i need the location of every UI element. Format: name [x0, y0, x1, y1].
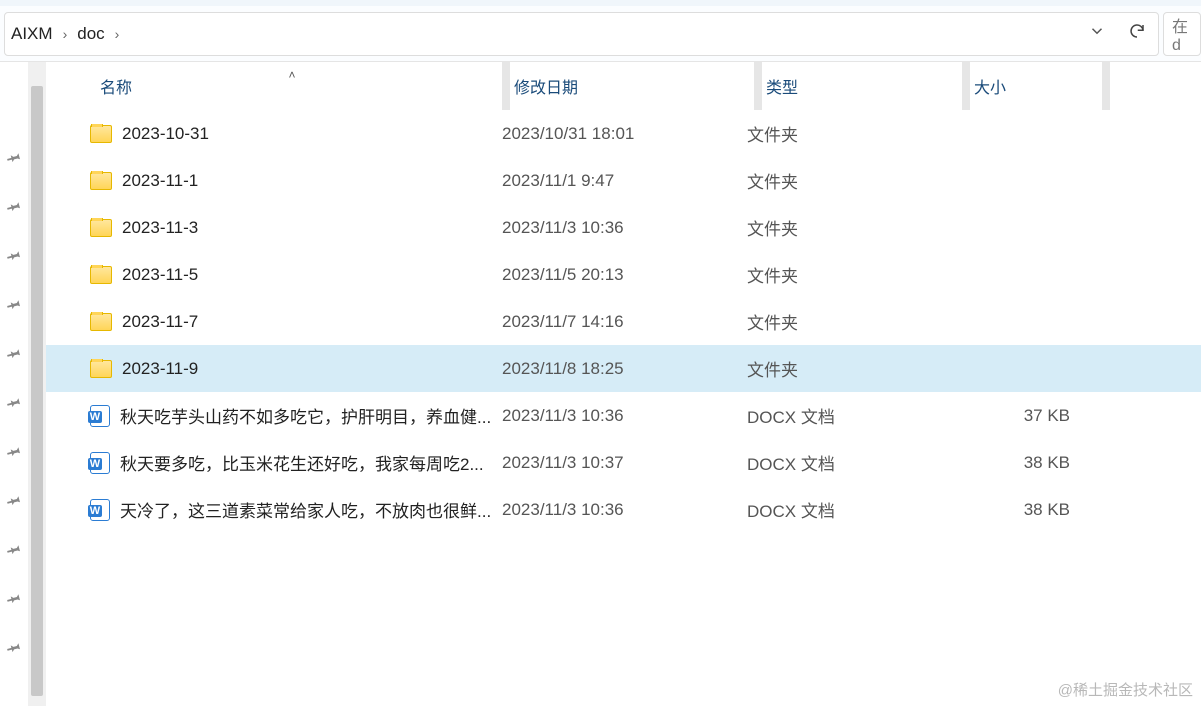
- cell-type: 文件夹: [747, 309, 948, 334]
- cell-date: 2023/11/3 10:36: [502, 406, 747, 426]
- cell-name[interactable]: 秋天要多吃，比玉米花生还好吃，我家每周吃2...: [82, 450, 502, 475]
- cell-name[interactable]: 2023-11-5: [82, 265, 502, 285]
- file-name: 2023-11-1: [122, 171, 198, 191]
- breadcrumb-segment[interactable]: AIXM: [5, 24, 59, 44]
- col-separator[interactable]: [502, 62, 510, 110]
- cell-size: 38 KB: [948, 453, 1080, 473]
- table-row[interactable]: 2023-11-1 2023/11/1 9:47文件夹: [46, 157, 1201, 204]
- col-name-header[interactable]: ˄ 名称: [82, 74, 502, 98]
- cell-name[interactable]: 2023-10-31: [82, 124, 502, 144]
- file-name: 2023-11-3: [122, 218, 198, 238]
- table-row[interactable]: 2023-11-7 2023/11/7 14:16文件夹: [46, 298, 1201, 345]
- col-size-header[interactable]: 大小: [970, 74, 1102, 98]
- word-doc-icon: [90, 452, 110, 474]
- column-headers: ˄ 名称 修改日期 类型 大小: [46, 62, 1201, 110]
- nav-scrollbar[interactable]: [28, 62, 46, 706]
- cell-type: DOCX 文档: [747, 450, 948, 475]
- col-separator[interactable]: [1102, 62, 1110, 110]
- sort-indicator-icon: ˄: [288, 68, 295, 82]
- folder-icon: [90, 266, 112, 284]
- content-area: ˄ 名称 修改日期 类型 大小 2023-10-31 2023/10/31 18:…: [0, 62, 1201, 706]
- search-input[interactable]: 在 d: [1163, 12, 1201, 56]
- cell-date: 2023/11/3 10:36: [502, 500, 747, 520]
- cell-type: 文件夹: [747, 262, 948, 287]
- cell-name[interactable]: 2023-11-9: [82, 359, 502, 379]
- col-type-header[interactable]: 类型: [762, 74, 962, 98]
- cell-name[interactable]: 2023-11-7: [82, 312, 502, 332]
- file-name: 2023-11-9: [122, 359, 198, 379]
- address-toolbar: AIXM›doc› 在 d: [0, 0, 1201, 62]
- table-row[interactable]: 秋天要多吃，比玉米花生还好吃，我家每周吃2... 2023/11/3 10:37D…: [46, 439, 1201, 486]
- chevron-right-icon[interactable]: ›: [111, 26, 124, 42]
- scroll-thumb[interactable]: [31, 86, 43, 696]
- pin-icon[interactable]: [7, 640, 22, 659]
- refresh-icon[interactable]: [1128, 22, 1146, 45]
- watermark: @稀土掘金技术社区: [1058, 679, 1193, 700]
- cell-date: 2023/11/8 18:25: [502, 359, 747, 379]
- cell-date: 2023/11/7 14:16: [502, 312, 747, 332]
- word-doc-icon: [90, 499, 110, 521]
- cell-type: 文件夹: [747, 356, 948, 381]
- file-list: ˄ 名称 修改日期 类型 大小 2023-10-31 2023/10/31 18:…: [46, 62, 1201, 706]
- col-separator[interactable]: [754, 62, 762, 110]
- file-name: 2023-11-5: [122, 265, 198, 285]
- file-name: 秋天要多吃，比玉米花生还好吃，我家每周吃2...: [120, 450, 484, 475]
- cell-size: 38 KB: [948, 500, 1080, 520]
- cell-size: 37 KB: [948, 406, 1080, 426]
- cell-type: DOCX 文档: [747, 403, 948, 428]
- file-name: 2023-10-31: [122, 124, 209, 144]
- breadcrumb[interactable]: AIXM›doc›: [4, 12, 1159, 56]
- cell-name[interactable]: 2023-11-1: [82, 171, 502, 191]
- cell-name[interactable]: 秋天吃芋头山药不如多吃它，护肝明目，养血健...: [82, 403, 502, 428]
- breadcrumb-path[interactable]: AIXM›doc›: [5, 24, 1088, 44]
- pin-icon[interactable]: [7, 248, 22, 267]
- table-row[interactable]: 2023-11-3 2023/11/3 10:36文件夹: [46, 204, 1201, 251]
- search-placeholder: 在 d: [1172, 13, 1192, 55]
- table-row[interactable]: 天冷了，这三道素菜常给家人吃，不放肉也很鲜... 2023/11/3 10:36D…: [46, 486, 1201, 533]
- table-row[interactable]: 秋天吃芋头山药不如多吃它，护肝明目，养血健... 2023/11/3 10:36D…: [46, 392, 1201, 439]
- quick-access-pins: [0, 62, 28, 706]
- cell-type: 文件夹: [747, 215, 948, 240]
- cell-date: 2023/11/3 10:37: [502, 453, 747, 473]
- cell-type: 文件夹: [747, 121, 948, 146]
- cell-type: 文件夹: [747, 168, 948, 193]
- pin-icon[interactable]: [7, 346, 22, 365]
- pin-icon[interactable]: [7, 395, 22, 414]
- pin-icon[interactable]: [7, 150, 22, 169]
- file-name: 秋天吃芋头山药不如多吃它，护肝明目，养血健...: [120, 403, 491, 428]
- folder-icon: [90, 125, 112, 143]
- cell-name[interactable]: 2023-11-3: [82, 218, 502, 238]
- file-name: 2023-11-7: [122, 312, 198, 332]
- table-row[interactable]: 2023-11-9 2023/11/8 18:25文件夹: [46, 345, 1201, 392]
- pin-icon[interactable]: [7, 493, 22, 512]
- col-name-label: 名称: [100, 74, 132, 98]
- cell-name[interactable]: 天冷了，这三道素菜常给家人吃，不放肉也很鲜...: [82, 497, 502, 522]
- chevron-right-icon[interactable]: ›: [59, 26, 72, 42]
- table-row[interactable]: 2023-10-31 2023/10/31 18:01文件夹: [46, 110, 1201, 157]
- cell-type: DOCX 文档: [747, 497, 948, 522]
- folder-icon: [90, 172, 112, 190]
- cell-date: 2023/11/3 10:36: [502, 218, 747, 238]
- cell-date: 2023/11/1 9:47: [502, 171, 747, 191]
- file-name: 天冷了，这三道素菜常给家人吃，不放肉也很鲜...: [120, 497, 491, 522]
- cell-date: 2023/10/31 18:01: [502, 124, 747, 144]
- pin-icon[interactable]: [7, 297, 22, 316]
- cell-date: 2023/11/5 20:13: [502, 265, 747, 285]
- folder-icon: [90, 360, 112, 378]
- pin-icon[interactable]: [7, 444, 22, 463]
- breadcrumb-segment[interactable]: doc: [71, 24, 110, 44]
- history-dropdown-icon[interactable]: [1088, 22, 1106, 45]
- pin-icon[interactable]: [7, 591, 22, 610]
- pin-icon[interactable]: [7, 542, 22, 561]
- file-rows: 2023-10-312023/10/31 18:01文件夹2023-11-120…: [46, 110, 1201, 533]
- word-doc-icon: [90, 405, 110, 427]
- table-row[interactable]: 2023-11-5 2023/11/5 20:13文件夹: [46, 251, 1201, 298]
- pin-icon[interactable]: [7, 199, 22, 218]
- col-date-header[interactable]: 修改日期: [510, 74, 754, 98]
- folder-icon: [90, 313, 112, 331]
- col-separator[interactable]: [962, 62, 970, 110]
- folder-icon: [90, 219, 112, 237]
